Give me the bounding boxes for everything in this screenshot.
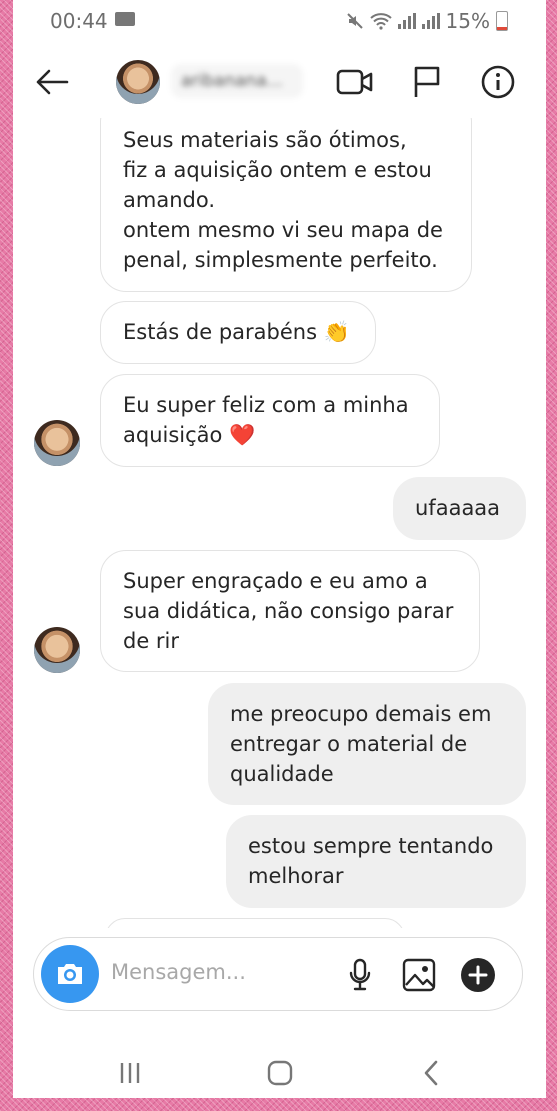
back-button[interactable] — [30, 60, 74, 104]
camera-button[interactable] — [41, 945, 99, 1003]
message-input[interactable]: Mensagem... — [111, 960, 246, 984]
recent-apps-button[interactable] — [108, 1051, 152, 1095]
sender-avatar[interactable] — [34, 627, 80, 673]
message-composer: Mensagem... — [33, 937, 523, 1011]
flag-icon — [414, 66, 440, 97]
recent-apps-icon — [120, 1063, 140, 1083]
more-options-button[interactable] — [456, 953, 500, 997]
message-received-4[interactable]: Super engraçado e eu amo a sua didática,… — [100, 550, 480, 672]
sender-avatar[interactable] — [34, 420, 80, 466]
message-sent-2[interactable]: me preocupo demais em entregar o materia… — [208, 683, 526, 805]
image-icon — [402, 958, 436, 992]
message-sent-1[interactable]: ufaaaaa — [393, 477, 526, 540]
video-camera-icon — [336, 69, 373, 95]
message-sent-3[interactable]: estou sempre tentando melhorar — [226, 815, 526, 908]
voice-button[interactable] — [338, 953, 382, 997]
home-icon — [267, 1060, 293, 1086]
message-partial — [105, 918, 405, 928]
message-received-1[interactable]: Seus materiais são ótimos, fiz a aquisiç… — [100, 118, 472, 292]
report-button[interactable] — [405, 60, 449, 104]
camera-icon — [58, 964, 82, 984]
phone-screen: 00:44 15% aribanana... Seus materiais sã… — [13, 0, 546, 1098]
status-right: 15% — [346, 9, 508, 33]
back-arrow-icon — [36, 69, 69, 95]
system-back-button[interactable] — [409, 1051, 453, 1095]
message-received-3[interactable]: Eu super feliz com a minha aquisição ❤️ — [100, 374, 440, 467]
home-button[interactable] — [258, 1051, 302, 1095]
info-button[interactable] — [476, 60, 520, 104]
video-call-button[interactable] — [333, 60, 377, 104]
message-received-2[interactable]: Estás de parabéns 👏 — [100, 301, 376, 364]
status-time: 00:44 — [50, 9, 108, 33]
mute-icon — [346, 13, 363, 29]
header-avatar[interactable] — [116, 60, 160, 104]
battery-level: 15% — [445, 9, 490, 33]
username[interactable]: aribanana... — [171, 64, 303, 98]
info-icon — [481, 65, 515, 99]
wifi-icon — [369, 13, 392, 30]
signal-icon-2 — [421, 13, 440, 29]
status-bar: 00:44 15% — [13, 0, 546, 44]
gallery-button[interactable] — [397, 953, 441, 997]
chevron-left-icon — [424, 1060, 438, 1086]
plus-circle-icon — [461, 958, 495, 992]
chat-header: aribanana... — [13, 46, 546, 118]
signal-icon — [397, 13, 416, 29]
navigation-bar — [13, 1035, 546, 1098]
microphone-icon — [349, 958, 371, 991]
message-thread[interactable]: Seus materiais são ótimos, fiz a aquisiç… — [13, 118, 546, 928]
cast-icon — [115, 12, 135, 26]
battery-icon — [496, 11, 508, 31]
